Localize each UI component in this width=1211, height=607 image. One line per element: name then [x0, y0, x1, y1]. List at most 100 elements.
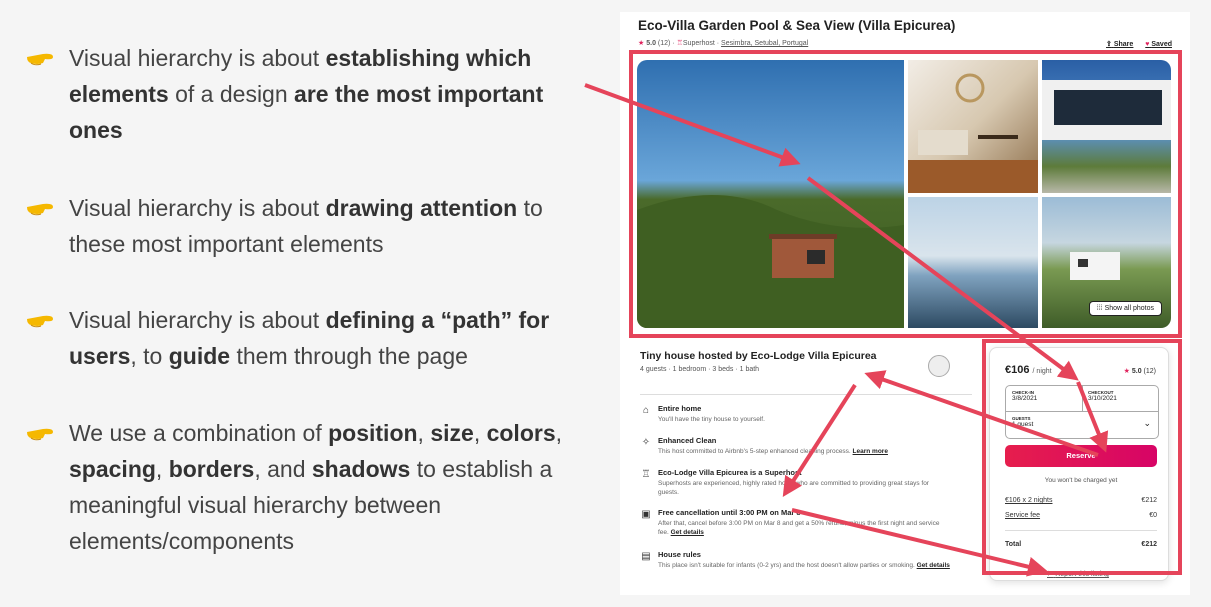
bullet-emphasis: position [328, 420, 418, 446]
feature-desc-text: This place isn't suitable for infants (0… [658, 562, 915, 569]
checkout-field[interactable]: CHECKOUT 3/10/2021 [1088, 390, 1117, 402]
interior-illustration [908, 73, 1038, 193]
photo-gallery: ⁞⁞⁞ Show all photos [637, 60, 1171, 328]
checkout-value: 3/10/2021 [1088, 395, 1117, 402]
flag-icon: ⚑ [1047, 571, 1054, 578]
bullet-emphasis: drawing attention [325, 195, 518, 221]
date-guest-picker: CHECK-IN 3/8/2021 CHECKOUT 3/10/2021 GUEST… [1005, 385, 1159, 439]
feature-title: House rules [658, 550, 701, 559]
listing-meta: ★ 5.0 (12) · ♖Superhost · Sesimbra, Setu… [638, 40, 809, 47]
feature-item: ♖ Eco-Lodge Villa Epicurea is a Superhos… [640, 468, 950, 497]
photo-pool[interactable] [908, 197, 1038, 328]
bullet-text: Visual hierarchy is about defining a “pa… [69, 302, 564, 374]
total-line: Total €212 [1005, 541, 1157, 548]
service-fee-link[interactable]: Service fee [1005, 512, 1040, 519]
show-all-photos-label: Show all photos [1104, 305, 1154, 312]
learn-more-link[interactable]: Learn more [853, 448, 888, 455]
guests-value: 1 guest [1012, 421, 1034, 428]
host-title: Tiny house hosted by Eco-Lodge Villa Epi… [640, 350, 877, 362]
save-button[interactable]: ♥ Saved [1145, 41, 1172, 48]
bullet-segment: them through the page [230, 343, 468, 369]
feature-title: Enhanced Clean [658, 436, 717, 445]
booking-rating: ★ 5.0 (12) [1124, 367, 1156, 375]
feature-item: ⌂ Entire home You'll have the tiny house… [640, 404, 950, 424]
bullet-text: Visual hierarchy is about establishing w… [69, 40, 564, 148]
medal-icon: ♖ [641, 469, 651, 480]
fee-line: Service fee €0 [1005, 512, 1157, 519]
bullet-segment: Visual hierarchy is about [69, 307, 326, 333]
bullet-item: Visual hierarchy is about establishing w… [25, 40, 564, 148]
bullet-emphasis: guide [168, 343, 231, 369]
listing-title: Eco-Villa Garden Pool & Sea View (Villa … [638, 18, 956, 33]
bullet-item: Visual hierarchy is about defining a “pa… [25, 302, 564, 374]
feature-desc: This place isn't suitable for infants (0… [658, 561, 950, 570]
bullet-segment: , [555, 420, 563, 446]
bullet-emphasis: size [430, 420, 474, 446]
divider [640, 394, 972, 395]
photo-interior[interactable] [908, 60, 1038, 193]
save-label: Saved [1151, 41, 1172, 48]
reserve-button[interactable]: Reserve [1005, 445, 1157, 467]
nights-link[interactable]: €106 x 2 nights [1005, 497, 1052, 504]
host-avatar[interactable] [928, 355, 950, 377]
feature-desc: You'll have the tiny house to yourself. [658, 415, 950, 424]
feature-desc-text: This host committed to Airbnb's 5-step e… [658, 448, 851, 455]
nights-value: €212 [1141, 497, 1157, 504]
divider [1006, 411, 1158, 412]
report-listing-link[interactable]: ⚑ Report this listing [1047, 570, 1109, 578]
bullet-segment: Visual hierarchy is about [69, 45, 326, 71]
feature-item: ▣ Free cancellation until 3:00 PM on Mar… [640, 508, 950, 537]
photo-villa[interactable]: ⁞⁞⁞ Show all photos [1042, 197, 1171, 328]
feature-item: ▤ House rules This place isn't suitable … [640, 550, 950, 570]
bullet-segment: Visual hierarchy is about [69, 195, 326, 221]
booking-card: €106 / night ★ 5.0 (12) CHECK-IN 3/8/2021… [989, 347, 1169, 581]
feature-desc: Superhosts are experienced, highly rated… [658, 479, 950, 497]
price-line: €106 x 2 nights €212 [1005, 497, 1157, 504]
sparkle-icon: ✧ [641, 437, 651, 448]
checkin-field[interactable]: CHECK-IN 3/8/2021 [1012, 390, 1037, 402]
feature-item: ✧ Enhanced Clean This host committed to … [640, 436, 950, 456]
share-button[interactable]: ⇪ Share [1106, 41, 1133, 48]
share-icon: ⇪ [1106, 41, 1112, 48]
share-label: Share [1113, 41, 1134, 48]
chevron-down-icon[interactable]: ⌄ [1143, 418, 1151, 429]
listing-screenshot: Eco-Villa Garden Pool & Sea View (Villa … [620, 12, 1190, 595]
get-details-link[interactable]: Get details [671, 529, 704, 536]
feature-desc-text: Superhosts are experienced, highly rated… [658, 480, 929, 496]
star-icon: ★ [1123, 368, 1130, 375]
bullet-segment: , to [130, 343, 169, 369]
bullet-emphasis: borders [168, 456, 255, 482]
bullet-item: Visual hierarchy is about drawing attent… [25, 190, 564, 262]
feature-title: Entire home [658, 404, 702, 413]
get-details-link[interactable]: Get details [917, 562, 950, 569]
calendar-icon: ▣ [641, 509, 651, 520]
location-link[interactable]: Sesimbra, Setubal, Portugal [721, 40, 808, 47]
star-icon: ★ [638, 40, 645, 47]
bullet-text: Visual hierarchy is about drawing attent… [69, 190, 564, 262]
nightly-price: €106 / night [1005, 364, 1052, 376]
bullet-segment: , and [254, 456, 312, 482]
feature-desc-text: You'll have the tiny house to yourself. [658, 416, 765, 423]
price-value: €106 [1005, 364, 1030, 376]
review-count[interactable]: (12) [658, 40, 670, 47]
guests-field[interactable]: GUESTS 1 guest [1012, 416, 1033, 428]
divider [1005, 530, 1157, 531]
pointing-hand-icon [27, 203, 53, 216]
exterior-illustration [1042, 80, 1171, 140]
pointing-hand-icon [27, 315, 53, 328]
fee-value: €0 [1149, 512, 1157, 519]
bullet-emphasis: colors [486, 420, 556, 446]
photo-main[interactable] [637, 60, 904, 328]
total-label: Total [1005, 541, 1022, 548]
show-all-photos-button[interactable]: ⁞⁞⁞ Show all photos [1088, 301, 1162, 316]
bullet-segment: We use a combination of [69, 420, 329, 446]
bullet-segment: , [417, 420, 431, 446]
bullet-segment: , [155, 456, 169, 482]
book-icon: ▤ [641, 551, 651, 562]
photo-exterior[interactable] [1042, 60, 1171, 193]
charge-note: You won't be charged yet [1044, 477, 1118, 484]
tiny-house-illustration [637, 195, 904, 328]
rating-value: 5.0 [1131, 368, 1142, 375]
host-subtitle: 4 guests · 1 bedroom · 3 beds · 1 bath [640, 366, 760, 373]
feature-desc: This host committed to Airbnb's 5-step e… [658, 447, 950, 456]
